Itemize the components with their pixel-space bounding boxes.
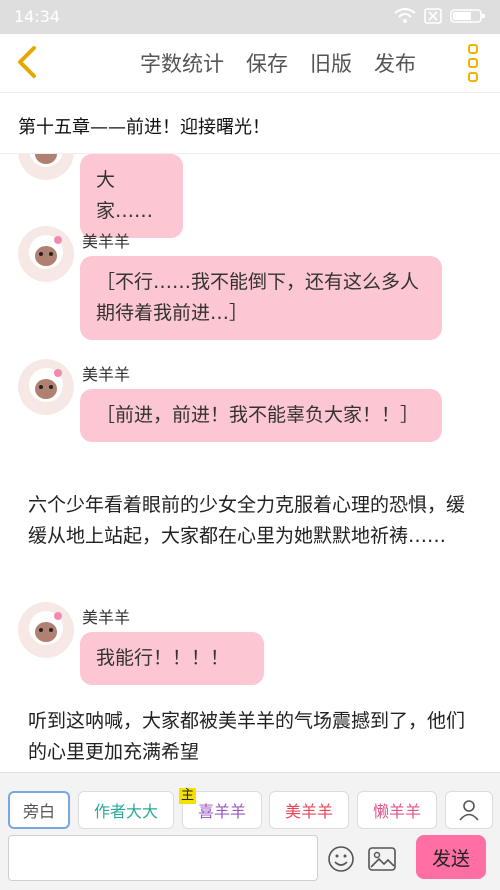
top-toolbar: 字数统计 保存 旧版 发布 bbox=[0, 34, 500, 93]
avatar bbox=[18, 226, 74, 282]
status-time: 14:34 bbox=[14, 7, 61, 26]
person-icon bbox=[459, 800, 479, 821]
word-count-button[interactable]: 字数统计 bbox=[140, 48, 224, 78]
avatar bbox=[18, 359, 74, 415]
wifi-icon bbox=[394, 8, 416, 23]
role-lanyangyang-button[interactable]: 懒羊羊 bbox=[357, 791, 437, 829]
save-button[interactable]: 保存 bbox=[246, 48, 288, 78]
avatar bbox=[18, 602, 74, 658]
toolbar-menu: 字数统计 保存 旧版 发布 bbox=[140, 48, 416, 78]
role-narrator-button[interactable]: 旁白 bbox=[8, 791, 70, 829]
emoji-icon[interactable] bbox=[327, 845, 355, 873]
narration-text[interactable]: 六个少年看着眼前的少女全力克服着心理的恐惧，缓缓从地上站起，大家都在心里为她默默… bbox=[28, 490, 478, 552]
speaker-name: 美羊羊 bbox=[82, 232, 131, 251]
publish-button[interactable]: 发布 bbox=[374, 48, 416, 78]
chat-area[interactable]: 大家…… 美羊羊 ［不行……我不能倒下，还有这么多人期待着我前进…］ 美羊羊 ［… bbox=[0, 154, 500, 772]
role-author-button[interactable]: 作者大大 bbox=[78, 791, 174, 829]
chapter-title: 第十五章——前进！迎接曙光！ bbox=[18, 117, 270, 138]
narration-text[interactable]: 听到这呐喊，大家都被美羊羊的气场震撼到了，他们的心里更加充满希望 bbox=[28, 706, 478, 768]
chapter-title-bar[interactable]: 第十五章——前进！迎接曙光！ bbox=[0, 93, 500, 154]
speaker-name: 美羊羊 bbox=[82, 608, 131, 627]
more-options-icon[interactable] bbox=[466, 44, 480, 82]
speaker-name: 美羊羊 bbox=[82, 365, 131, 384]
battery-icon bbox=[450, 9, 485, 23]
speech-bubble: 大家…… bbox=[80, 154, 183, 238]
speech-bubble: 我能行！！！！ bbox=[80, 632, 264, 685]
sim-off-icon bbox=[424, 8, 442, 24]
status-icons bbox=[394, 8, 486, 24]
status-bar: 14:34 bbox=[0, 0, 500, 34]
composer-bar: 旁白 作者大大 喜羊羊 主 美羊羊 懒羊羊 发送 bbox=[0, 772, 500, 890]
send-button[interactable]: 发送 bbox=[416, 835, 486, 879]
back-arrow-icon[interactable] bbox=[10, 44, 46, 80]
image-icon[interactable] bbox=[368, 847, 396, 871]
speech-bubble: ［不行……我不能倒下，还有这么多人期待着我前进…］ bbox=[80, 256, 442, 340]
speech-bubble: ［前进，前进！我不能辜负大家！！］ bbox=[80, 389, 442, 442]
add-character-button[interactable] bbox=[445, 791, 493, 829]
old-version-button[interactable]: 旧版 bbox=[310, 48, 352, 78]
main-role-badge: 主 bbox=[179, 788, 197, 804]
avatar bbox=[18, 154, 74, 180]
message-input[interactable] bbox=[8, 835, 318, 881]
role-meiyangyang-button[interactable]: 美羊羊 bbox=[269, 791, 349, 829]
